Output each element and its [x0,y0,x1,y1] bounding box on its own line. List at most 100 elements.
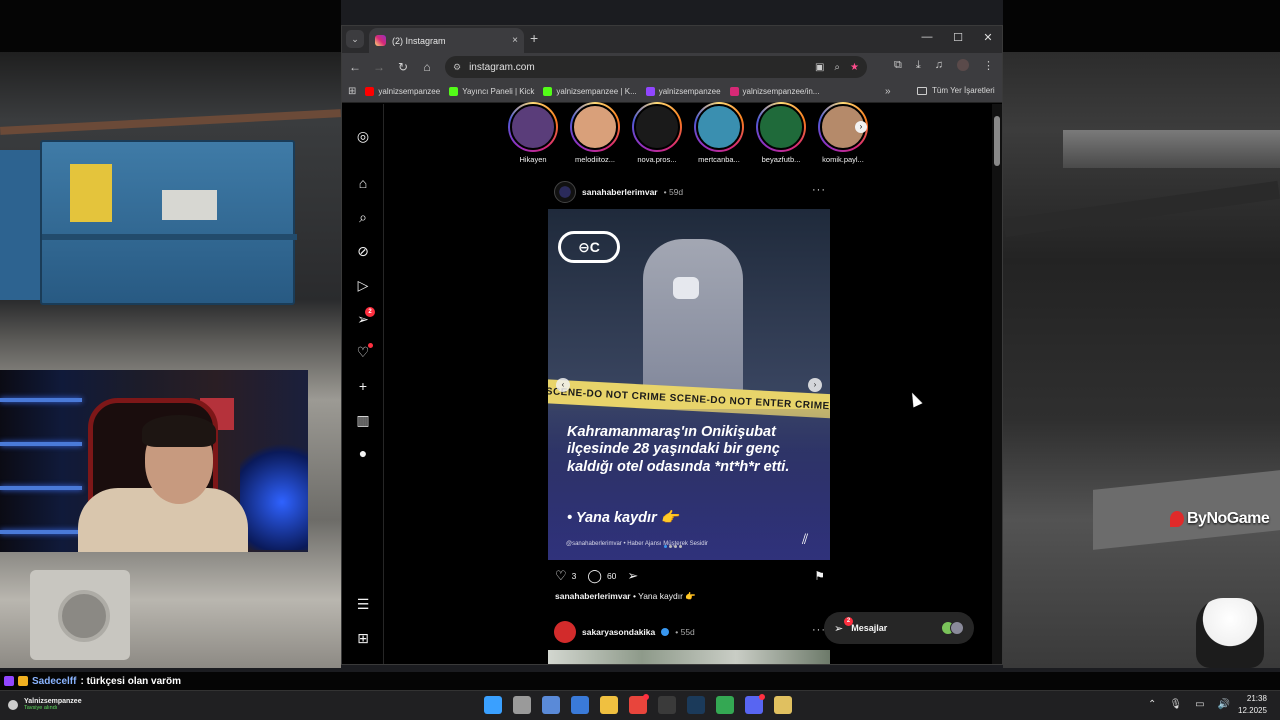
post-author-username[interactable]: sakaryasondakika [582,627,655,637]
chrome-2-icon[interactable] [716,696,734,714]
more-menu-icon[interactable]: ☰ [355,596,371,612]
story-avatar [510,104,556,150]
bookmark-item[interactable]: Yayıncı Paneli | Kick [449,87,534,96]
minimize-button[interactable]: — [917,31,937,43]
post-author-avatar[interactable] [554,181,576,203]
windows-taskbar: Yalnizsempanzee Tavsiye alındı ⌃ 🎙 ▭ 🔊 2… [0,690,1280,720]
post-caption: sanahaberlerimvar • Yana kaydır 👉 [555,591,696,602]
microphone-icon[interactable]: 🎙 [1169,699,1182,710]
bookmark-item[interactable]: yalnizsempanzee [645,87,721,96]
twitch-icon [645,87,655,96]
post-author-avatar[interactable] [554,621,576,643]
site-info-icon[interactable]: ⚙ [453,62,461,73]
bookmark-item[interactable]: yalnizsempanzee | K... [543,87,637,96]
share-icon[interactable]: ➢ [627,568,638,584]
chrome-icon[interactable] [629,694,649,714]
folder-icon [917,86,927,95]
steam-icon[interactable] [687,696,705,714]
story-item[interactable]: beyazfutb... [752,102,810,164]
tray-chevron-icon[interactable]: ⌃ [1148,699,1156,710]
close-window-button[interactable]: ✕ [978,31,998,44]
store-icon[interactable] [571,696,589,714]
menu-kebab-icon[interactable]: ⋮ [983,59,994,72]
zoom-icon[interactable]: ⌕ [834,62,840,73]
url-text[interactable]: instagram.com [469,62,807,73]
all-bookmarks-button[interactable]: Tüm Yer İşaretleri [917,86,995,95]
bookmark-star-icon[interactable]: ★ [850,62,859,73]
caption-username[interactable]: sanahaberlerimvar [555,591,631,601]
taskbar-user[interactable]: Yalnizsempanzee Tavsiye alındı [8,698,82,711]
ceiling-beam [0,109,341,135]
post-options-icon[interactable]: ··· [812,184,826,196]
page-scrollbar[interactable] [992,104,1002,664]
maximize-button[interactable]: ☐ [948,31,968,44]
back-icon[interactable]: ← [348,60,362,74]
bookmark-item[interactable]: yalnizsempanzee/in... [729,87,819,96]
obs-icon[interactable] [658,696,676,714]
also-from-meta-icon[interactable]: ⊞ [355,630,371,646]
home-icon[interactable]: ⌂ [420,60,434,74]
messages-button[interactable]: ➢ 2 Mesajlar [824,612,974,644]
story-avatar [572,104,618,150]
hvac-unit [40,140,297,305]
bookmarks-overflow-icon[interactable]: » [885,86,891,97]
reels-icon[interactable]: ▷ [355,277,371,293]
forensic-figure [643,239,743,399]
search-icon[interactable]: ⌕ [355,209,371,225]
like-heart-icon[interactable]: ♡ [555,568,567,584]
forward-icon[interactable]: → [372,60,386,74]
extensions-icon[interactable]: ⧉ [894,59,902,72]
story-item[interactable]: nova.pros... [628,102,686,164]
story-item[interactable]: Hikayen [504,102,562,164]
save-bookmark-icon[interactable]: ⚑ [814,569,825,583]
unit-stripe [42,234,297,240]
photos-icon[interactable] [542,696,560,714]
profile-avatar-icon[interactable]: ● [355,445,371,461]
volume-icon[interactable]: 🔊 [1218,699,1230,710]
tab-search-dropdown-icon[interactable]: ⌄ [346,30,364,48]
caption-text: • Yana kaydır 👉 [632,591,696,601]
dashboard-icon[interactable]: ▥ [355,412,371,428]
file-explorer-icon[interactable] [600,696,618,714]
address-bar[interactable]: ⚙ instagram.com ▣ ⌕ ★ [445,56,867,78]
story-avatar [696,104,742,150]
task-view-icon[interactable] [513,696,531,714]
tab-instagram[interactable]: (2) Instagram × [369,28,524,53]
taskbar-clock[interactable]: 21:38 12.2025 [1238,693,1267,717]
windows-start-icon[interactable] [484,696,502,714]
explore-icon[interactable]: ⊘ [355,243,371,259]
home-icon[interactable]: ⌂ [355,175,371,191]
story-item[interactable]: melodiitoz... [566,102,624,164]
post-image[interactable]: SCENE-DO NOT CRIME SCENE-DO NOT ENTER CR… [548,209,830,560]
post-time[interactable]: • 59d [664,187,684,197]
profile-avatar-icon[interactable] [957,59,969,71]
instagram-logo-icon[interactable]: ◎ [355,128,371,144]
chat-badge-icon [18,676,28,686]
carousel-prev-icon[interactable]: ‹ [556,378,570,392]
story-item[interactable]: mertcanba... [690,102,748,164]
story-item[interactable]: komik.payl... [814,102,872,164]
avatar [950,621,964,635]
display-icon[interactable]: ▭ [1195,699,1204,710]
scrollbar-thumb[interactable] [994,116,1000,166]
instagram-page: ◎ ⌂ ⌕ ⊘ ▷ ➢ 2 ♡ + ▥ ● ☰ ⊞ Hikayen melodi… [342,102,1002,664]
reload-icon[interactable]: ↻ [396,60,410,74]
media-control-icon[interactable]: ♫ [935,59,943,72]
carousel-next-icon[interactable]: › [808,378,822,392]
taskbar-user-name: Yalnizsempanzee [24,698,82,705]
instagram-icon [729,87,739,96]
media-player-icon[interactable] [774,696,792,714]
create-plus-icon[interactable]: + [355,378,371,394]
post-author-username[interactable]: sanahaberlerimvar [582,187,658,197]
bookmark-item[interactable]: yalnizsempanzee [365,87,440,96]
post-image[interactable] [548,650,830,664]
new-tab-button[interactable]: + [530,30,538,46]
tab-close-icon[interactable]: × [512,35,518,46]
stories-next-chevron-icon[interactable]: › [855,121,867,133]
download-icon[interactable]: ⤓ [916,59,921,72]
discord-icon[interactable] [745,694,765,714]
apps-grid-icon[interactable]: ⊞ [348,86,356,97]
cast-icon[interactable]: ▣ [815,62,824,73]
comment-icon[interactable]: ◯ [587,568,602,584]
post-time[interactable]: • 55d [675,627,695,637]
